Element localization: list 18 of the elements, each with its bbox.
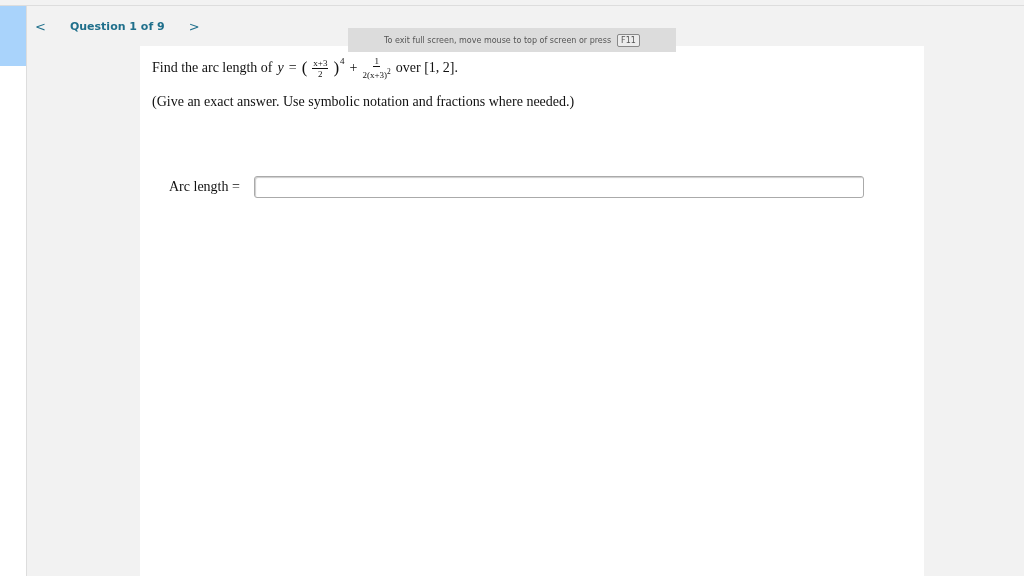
answer-label: Arc length = [169, 179, 240, 195]
question-text: over [1, 2]. [395, 60, 458, 76]
previous-button[interactable]: < [33, 18, 48, 34]
next-button[interactable]: > [186, 18, 202, 34]
answer-field[interactable] [253, 176, 864, 198]
math-paren: ( [301, 58, 308, 78]
math-exponent: 4 [340, 56, 345, 66]
math-fraction: 1 2(x+3)$^{2}$ [362, 56, 391, 80]
math-variable: y [277, 60, 284, 76]
math-paren: ) [333, 58, 340, 78]
math-fraction: x+3 2 [312, 57, 329, 79]
question-text: Find the arc length of [152, 60, 273, 76]
toast-text: To exit full screen, move mouse to top of screen or press [384, 35, 612, 45]
key-label: F11 [617, 33, 640, 47]
math-equals: = [288, 60, 297, 76]
math-plus: + [349, 60, 358, 76]
question-counter: Question 1 of 9 [69, 19, 165, 33]
instruction-text: (Give an exact answer. Use symbolic notation and fractions where needed.) [152, 94, 576, 110]
